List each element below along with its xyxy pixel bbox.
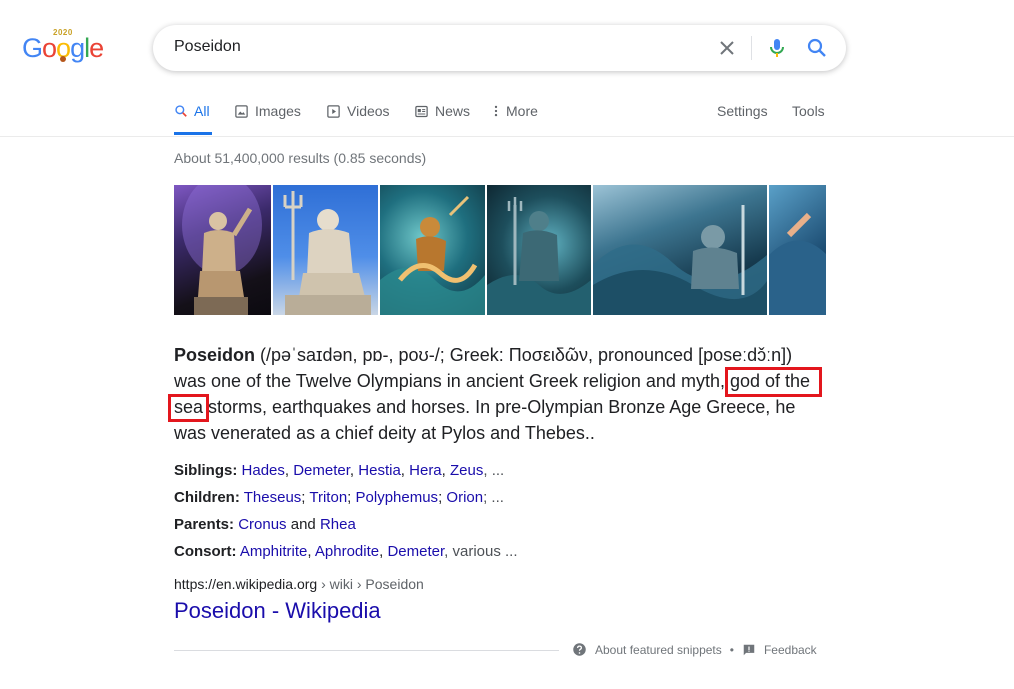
- fact-consort: Consort: Amphitrite, Aphrodite, Demeter,…: [174, 538, 518, 565]
- more-vert-icon: [494, 105, 498, 117]
- image-thumbnail[interactable]: [174, 185, 271, 315]
- fact-link[interactable]: Rhea: [320, 516, 356, 533]
- result-title-link[interactable]: Poseidon - Wikipedia: [174, 598, 381, 624]
- fact-tail: , ...: [483, 462, 505, 479]
- fact-label: Children:: [174, 489, 240, 506]
- fact-link[interactable]: Hestia: [358, 462, 401, 479]
- image-thumbnail[interactable]: [380, 185, 485, 315]
- image-strip: [174, 185, 826, 315]
- doodle-icon: [60, 56, 66, 62]
- fact-separator: ,: [400, 462, 410, 479]
- fact-label: Consort:: [174, 543, 237, 560]
- fact-link[interactable]: Zeus: [450, 462, 483, 479]
- search-icon[interactable]: [805, 36, 829, 60]
- result-stats: About 51,400,000 results (0.85 seconds): [174, 150, 427, 166]
- help-icon: [573, 643, 586, 656]
- fact-link[interactable]: Theseus: [244, 489, 302, 506]
- result-url: https://en.wikipedia.org › wiki › Poseid…: [174, 576, 424, 592]
- result-domain: https://en.wikipedia.org: [174, 576, 318, 592]
- fact-separator: ,: [307, 543, 315, 560]
- tab-more[interactable]: More: [492, 103, 538, 119]
- news-icon: [415, 105, 428, 117]
- settings-link[interactable]: Settings: [717, 103, 768, 119]
- image-thumbnail[interactable]: [769, 185, 826, 315]
- snippet-subject: Poseidon: [174, 345, 256, 365]
- fact-separator: ;: [347, 489, 356, 506]
- logo-letter: o: [42, 33, 57, 63]
- fact-label: Siblings:: [174, 462, 238, 479]
- tab-all[interactable]: All: [174, 103, 210, 119]
- fact-separator: ,: [284, 462, 294, 479]
- fact-tail: ; ...: [483, 489, 504, 506]
- fact-separator: and: [286, 516, 320, 533]
- footer-divider: [174, 650, 559, 651]
- fact-link[interactable]: Orion: [446, 489, 483, 506]
- snippet-text: (/pəˈsaɪdən, pɒ-, poʊ-/; Greek: Ποσειδῶν…: [255, 345, 793, 365]
- fact-link[interactable]: Hera: [409, 462, 442, 479]
- feedback-label: Feedback: [763, 642, 817, 657]
- fact-tail: , various ...: [444, 543, 518, 560]
- fact-link[interactable]: Aphrodite: [315, 543, 379, 560]
- image-thumbnail[interactable]: [487, 185, 591, 315]
- fact-link[interactable]: Demeter: [387, 543, 444, 560]
- snippet-text: was venerated as a chief deity at Pylos …: [174, 423, 595, 443]
- fact-parents: Parents: Cronus and Rhea: [174, 511, 518, 538]
- fact-separator: ,: [349, 462, 359, 479]
- highlight-box: [168, 394, 209, 422]
- result-breadcrumb: › wiki › Poseidon: [317, 576, 424, 592]
- feedback-icon: [743, 644, 755, 655]
- tab-label: News: [435, 103, 471, 119]
- tab-videos[interactable]: Videos: [326, 103, 390, 119]
- tab-label: All: [194, 103, 210, 119]
- search-icon: [175, 105, 187, 117]
- about-snippets-link[interactable]: About featured snippets: [572, 642, 722, 657]
- tools-link[interactable]: Tools: [792, 103, 825, 119]
- logo-letter: G: [22, 33, 43, 63]
- snippet-text: was one of the Twelve Olympians in ancie…: [174, 371, 730, 391]
- highlight-box: [725, 367, 822, 397]
- fact-link[interactable]: Hades: [242, 462, 285, 479]
- video-icon: [327, 104, 340, 118]
- fact-link[interactable]: Amphitrite: [240, 543, 308, 560]
- fact-label: Parents:: [174, 516, 235, 533]
- fact-link[interactable]: Cronus: [238, 516, 286, 533]
- facts-list: Siblings: Hades, Demeter, Hestia, Hera , …: [174, 457, 518, 565]
- snippet-line: sea storms, earthquakes and horses. In p…: [174, 394, 826, 420]
- search-input[interactable]: Poseidon: [174, 38, 241, 56]
- fact-link[interactable]: Triton: [309, 489, 347, 506]
- tab-label: Images: [255, 103, 301, 119]
- about-snippets-label: About featured snippets: [595, 642, 722, 657]
- image-thumbnail[interactable]: [273, 185, 378, 315]
- logo-letter: e: [89, 33, 104, 63]
- feedback-link[interactable]: Feedback: [742, 643, 817, 657]
- search-bar[interactable]: Poseidon: [153, 25, 846, 71]
- footer-dot: •: [729, 642, 734, 657]
- fact-separator: ,: [441, 462, 450, 479]
- image-icon: [235, 104, 248, 118]
- microphone-icon[interactable]: [765, 36, 789, 60]
- fact-link[interactable]: Polyphemus: [356, 489, 439, 506]
- logo-letter: g: [70, 33, 85, 63]
- google-logo[interactable]: 2020 Google: [22, 26, 106, 66]
- tab-news[interactable]: News: [414, 103, 470, 119]
- snippet-text: storms, earthquakes and horses. In pre-O…: [203, 397, 796, 417]
- search-divider: [751, 36, 752, 60]
- tab-images[interactable]: Images: [234, 103, 301, 119]
- close-icon[interactable]: [715, 36, 739, 60]
- snippet-footer: About featured snippets • Feedback: [572, 642, 817, 657]
- search-tabs: All Images Videos News More Settings Too…: [0, 100, 1014, 137]
- fact-children: Children: Theseus; Triton; Polyphemus; O…: [174, 484, 518, 511]
- tab-label: More: [506, 103, 538, 119]
- image-thumbnail[interactable]: [593, 185, 767, 315]
- snippet-line: Poseidon (/pəˈsaɪdən, pɒ-, poʊ-/; Greek:…: [174, 342, 826, 368]
- snippet-line: was venerated as a chief deity at Pylos …: [174, 420, 826, 446]
- fact-siblings: Siblings: Hades, Demeter, Hestia, Hera , …: [174, 457, 518, 484]
- tab-label: Videos: [347, 103, 390, 119]
- fact-link[interactable]: Demeter: [293, 462, 350, 479]
- active-tab-indicator: [174, 132, 212, 135]
